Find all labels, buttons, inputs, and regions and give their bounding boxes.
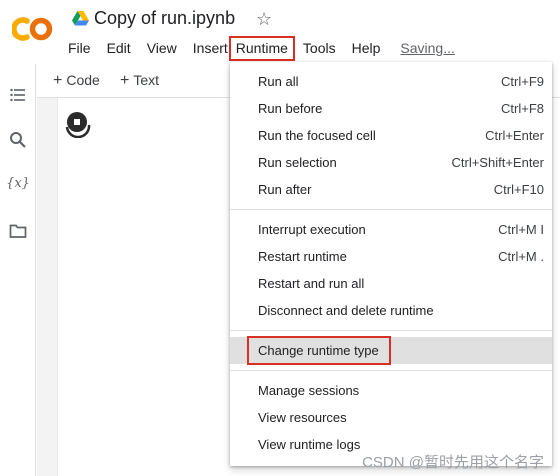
menu-item-label: Restart and run all (258, 276, 365, 291)
menu-item-label: Restart runtime (258, 249, 347, 264)
variables-icon[interactable]: {x} (6, 176, 30, 194)
menu-runtime[interactable]: Runtime (228, 36, 295, 61)
menu-item-shortcut: Ctrl+F8 (501, 101, 544, 116)
menu-item-shortcut: Ctrl+F10 (493, 182, 544, 197)
menu-item-shortcut: Ctrl+Enter (485, 128, 544, 143)
menu-insert[interactable]: Insert (185, 38, 229, 58)
notebook-title[interactable]: Copy of run.ipynb (94, 8, 235, 29)
menu-item-label: View runtime logs (258, 437, 361, 452)
runtime-menu-dropdown: Run all Ctrl+F9 Run before Ctrl+F8 Run t… (230, 62, 552, 466)
menu-item-shortcut: Ctrl+Shift+Enter (451, 155, 545, 170)
menu-item-run-focused-cell[interactable]: Run the focused cell Ctrl+Enter (230, 122, 552, 149)
add-text-button[interactable]: + Text (120, 72, 159, 90)
table-of-contents-icon[interactable] (9, 86, 27, 104)
menu-item-restart-runtime[interactable]: Restart runtime Ctrl+M . (230, 243, 552, 270)
add-text-label: Text (133, 72, 160, 88)
menu-item-label: Run the focused cell (258, 128, 376, 143)
menu-item-label: Change runtime type (258, 343, 379, 358)
menu-item-label: Run after (258, 182, 312, 197)
menu-item-run-before[interactable]: Run before Ctrl+F8 (230, 95, 552, 122)
menu-item-label: Run all (258, 74, 299, 89)
menu-item-label: Run before (258, 101, 323, 116)
csdn-watermark: CSDN @暂时先用这个名字 (362, 454, 544, 471)
menu-tools[interactable]: Tools (295, 38, 344, 58)
menu-item-change-runtime-type[interactable]: Change runtime type (230, 336, 552, 365)
left-rail: {x} (0, 64, 36, 476)
menu-edit[interactable]: Edit (99, 38, 139, 58)
menu-item-run-selection[interactable]: Run selection Ctrl+Shift+Enter (230, 149, 552, 176)
menu-item-label: Interrupt execution (258, 222, 366, 237)
menu-divider (230, 370, 552, 371)
menu-item-shortcut: Ctrl+M . (498, 249, 544, 264)
menu-item-disconnect-delete-runtime[interactable]: Disconnect and delete runtime (230, 297, 552, 324)
menu-item-run-after[interactable]: Run after Ctrl+F10 (230, 176, 552, 203)
menu-item-view-resources[interactable]: View resources (230, 404, 552, 431)
saving-status: Saving... (400, 40, 455, 56)
google-drive-icon (72, 11, 89, 26)
menu-item-manage-sessions[interactable]: Manage sessions (230, 377, 552, 404)
menu-item-shortcut: Ctrl+F9 (501, 74, 544, 89)
colab-logo-icon[interactable] (12, 16, 54, 42)
menu-help[interactable]: Help (344, 38, 389, 58)
search-icon[interactable] (9, 131, 27, 149)
menu-divider (230, 209, 552, 210)
menu-divider (230, 330, 552, 331)
menu-item-label: Disconnect and delete runtime (258, 303, 434, 318)
menu-item-interrupt-execution[interactable]: Interrupt execution Ctrl+M I (230, 216, 552, 243)
plus-icon: + (53, 72, 63, 89)
menu-bar: File Edit View Insert Runtime Tools Help… (60, 36, 463, 61)
menu-item-label: View resources (258, 410, 347, 425)
star-icon[interactable]: ☆ (256, 9, 272, 29)
plus-icon: + (120, 72, 130, 89)
menu-item-shortcut: Ctrl+M I (498, 222, 544, 237)
menu-item-restart-and-run-all[interactable]: Restart and run all (230, 270, 552, 297)
menu-view[interactable]: View (139, 38, 185, 58)
menu-item-run-all[interactable]: Run all Ctrl+F9 (230, 68, 552, 95)
add-code-label: Code (66, 72, 100, 88)
add-code-button[interactable]: + Code (53, 72, 100, 90)
folder-icon[interactable] (9, 222, 27, 240)
run-cell-icon[interactable] (64, 110, 92, 138)
menu-item-label: Run selection (258, 155, 337, 170)
menu-file[interactable]: File (60, 38, 99, 58)
app-header: Copy of run.ipynb ☆ File Edit View Inser… (0, 0, 560, 64)
menu-item-label: Manage sessions (258, 383, 360, 398)
